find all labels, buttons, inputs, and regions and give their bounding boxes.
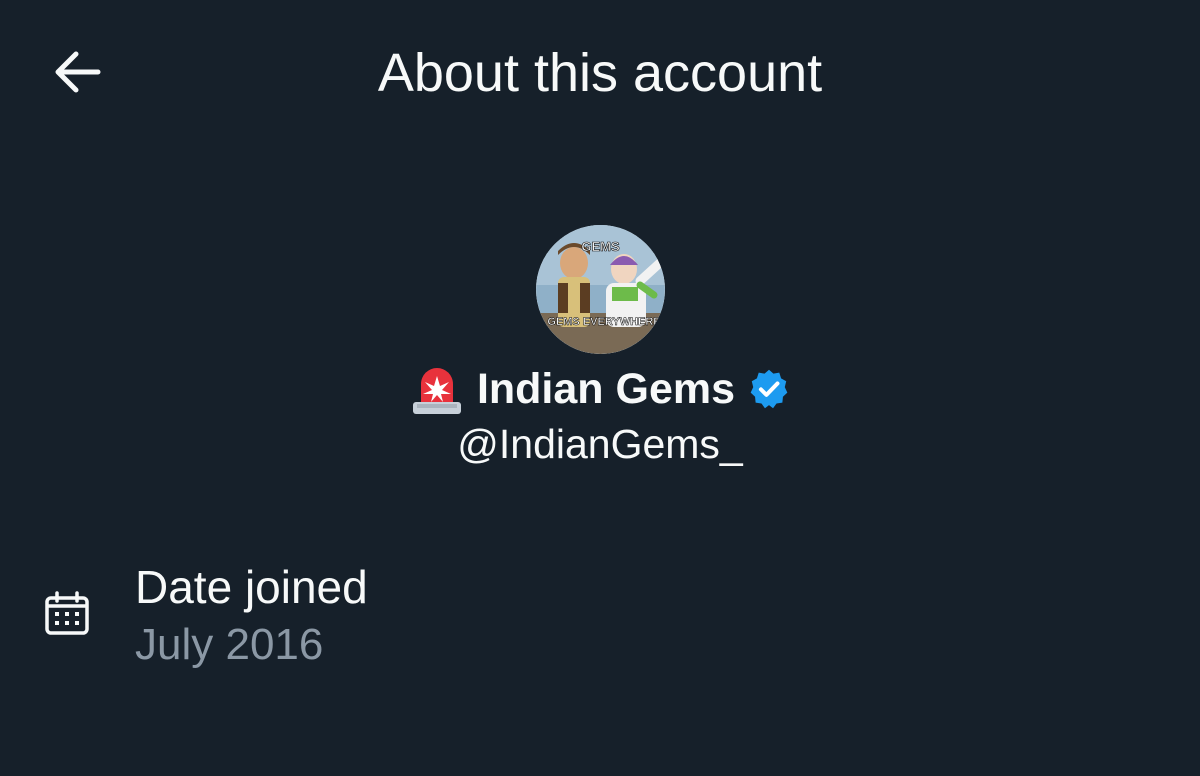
verified-badge-icon [750,369,788,408]
date-joined-row: Date joined July 2016 [0,556,1200,676]
avatar-caption-top: GEMS [581,239,620,254]
avatar-image: GEMS GEMS EVERYWHERE [536,225,665,354]
date-joined-label: Date joined [135,561,368,613]
page-title: About this account [377,43,823,103]
calendar-icon [45,591,89,635]
avatar-caption-bottom: GEMS EVERYWHERE [547,316,660,328]
top-bar: About this account [0,0,1200,140]
avatar[interactable]: GEMS GEMS EVERYWHERE [536,225,665,354]
date-joined-value: July 2016 [135,620,324,669]
police-siren-icon [413,367,461,414]
about-account-page: About this account GEMS GEMS EVERYWHERE … [0,0,1200,776]
display-name: Indian Gems [476,364,736,413]
account-handle: @IndianGems_ [457,421,743,467]
display-name-row: Indian Gems [0,356,1200,416]
